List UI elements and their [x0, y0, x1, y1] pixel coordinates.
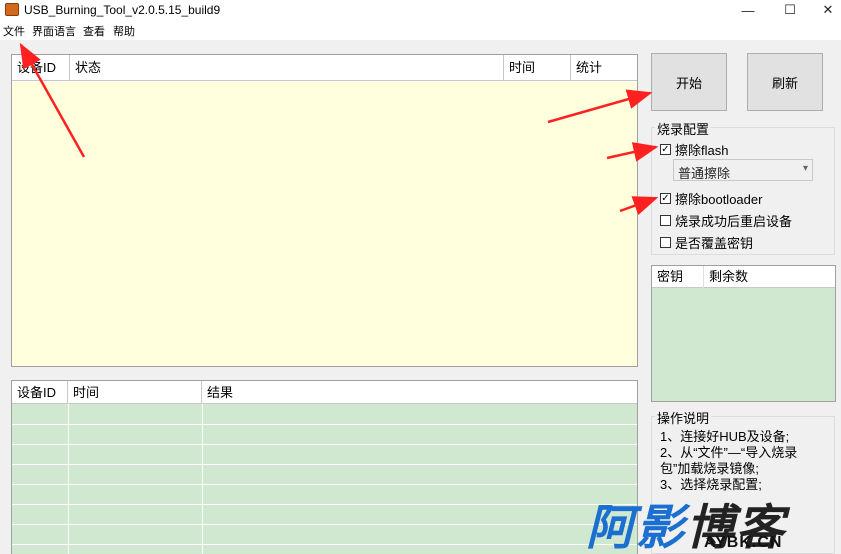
menu-bar: 文件 界面语言 查看 帮助: [0, 20, 841, 40]
col-result-device-id[interactable]: 设备ID: [12, 381, 68, 404]
grid-line: [12, 464, 637, 465]
result-table-header: 设备ID 时间 结果: [12, 381, 637, 404]
watermark-logo: 阿影博客 AYBK.CN: [586, 488, 841, 554]
overwrite-key-label: 是否覆盖密钥: [675, 236, 754, 251]
grid-line: [68, 404, 69, 554]
erase-flash-label: 擦除flash: [675, 143, 729, 158]
menu-file[interactable]: 文件: [3, 23, 25, 39]
instruction-line: 2、从“文件”—“导入烧录: [660, 445, 798, 460]
erase-mode-select[interactable]: 普通擦除 ▾: [673, 159, 813, 181]
grid-line: [12, 484, 637, 485]
erase-bootloader-checkbox[interactable]: ✓: [660, 193, 671, 204]
grid-line: [12, 424, 637, 425]
reboot-after-burn-checkbox[interactable]: [660, 215, 671, 226]
erase-flash-checkbox[interactable]: ✓: [660, 144, 671, 155]
title-bar: USB_Burning_Tool_v2.0.5.15_build9 — ☐ ✕: [0, 0, 841, 20]
overwrite-key-option[interactable]: 是否覆盖密钥: [660, 233, 753, 252]
instructions-title: 操作说明: [655, 408, 712, 427]
close-button[interactable]: ✕: [810, 0, 841, 20]
device-table-header: 设备ID 状态 时间 统计: [12, 55, 637, 81]
erase-bootloader-label: 擦除bootloader: [675, 192, 763, 207]
chevron-down-icon: ▾: [802, 163, 808, 174]
grid-line: [12, 504, 637, 505]
grid-line: [12, 524, 637, 525]
maximize-button[interactable]: ☐: [772, 0, 808, 20]
col-result[interactable]: 结果: [202, 381, 637, 404]
device-table[interactable]: 设备ID 状态 时间 统计: [11, 54, 638, 367]
reboot-after-burn-label: 烧录成功后重启设备: [675, 214, 793, 229]
reboot-after-burn-option[interactable]: 烧录成功后重启设备: [660, 211, 792, 230]
col-stats[interactable]: 统计: [571, 55, 637, 81]
refresh-button[interactable]: 刷新: [747, 53, 823, 111]
app-icon: [5, 3, 19, 16]
grid-line: [12, 544, 637, 545]
result-table-body[interactable]: [12, 404, 637, 554]
grid-line: [12, 444, 637, 445]
col-time[interactable]: 时间: [504, 55, 571, 81]
col-key[interactable]: 密钥: [652, 266, 704, 288]
menu-help[interactable]: 帮助: [113, 23, 135, 39]
result-table[interactable]: 设备ID 时间 结果: [11, 380, 638, 554]
erase-flash-option[interactable]: ✓ 擦除flash: [660, 140, 728, 159]
col-result-time[interactable]: 时间: [68, 381, 202, 404]
key-table-body[interactable]: [652, 288, 835, 401]
erase-mode-value: 普通擦除: [678, 166, 731, 181]
col-remaining[interactable]: 剩余数: [704, 266, 835, 288]
menu-view[interactable]: 查看: [83, 23, 105, 39]
minimize-button[interactable]: —: [730, 0, 766, 20]
key-table-header: 密钥 剩余数: [652, 266, 835, 288]
key-table[interactable]: 密钥 剩余数: [651, 265, 836, 402]
grid-line: [202, 404, 203, 554]
menu-language[interactable]: 界面语言: [32, 23, 76, 39]
col-device-id[interactable]: 设备ID: [12, 55, 70, 81]
burn-config-title: 烧录配置: [655, 119, 712, 138]
col-status[interactable]: 状态: [70, 55, 504, 81]
device-table-body[interactable]: [12, 82, 637, 366]
erase-bootloader-option[interactable]: ✓ 擦除bootloader: [660, 189, 762, 208]
instruction-line: 1、连接好HUB及设备;: [660, 429, 790, 444]
start-button[interactable]: 开始: [651, 53, 727, 111]
instruction-line: 包”加载烧录镜像;: [660, 461, 759, 476]
window-title: USB_Burning_Tool_v2.0.5.15_build9: [24, 3, 221, 17]
watermark-url: AYBK.CN: [704, 534, 783, 551]
overwrite-key-checkbox[interactable]: [660, 237, 671, 248]
